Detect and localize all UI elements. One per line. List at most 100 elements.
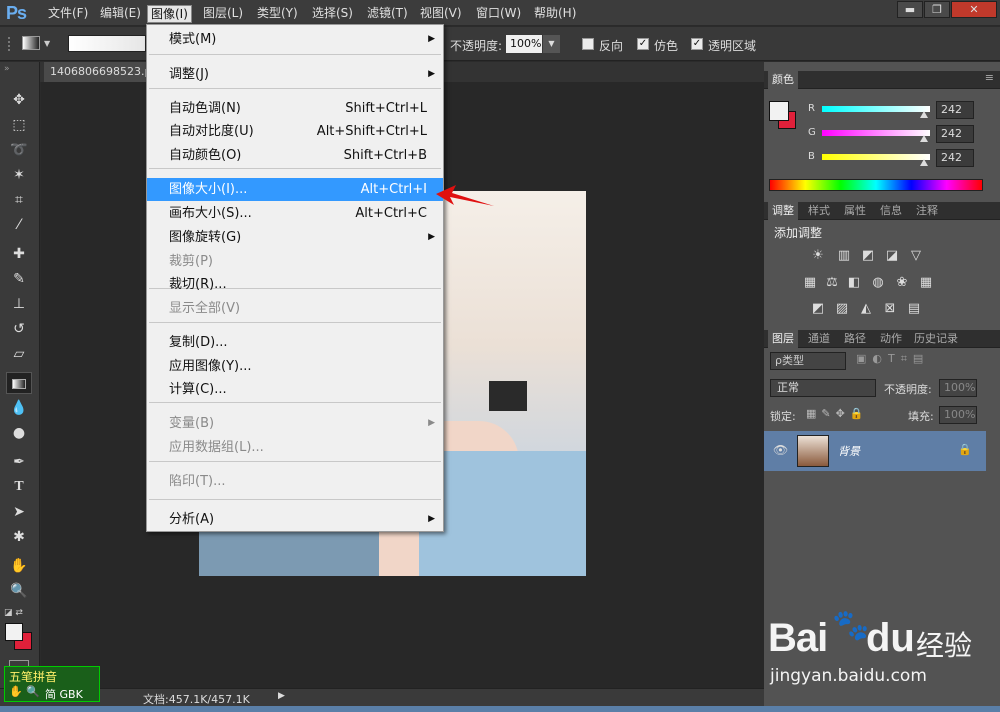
opacity-dropdown-button[interactable]: ▼ <box>543 35 560 53</box>
slider-thumb-icon[interactable] <box>920 111 929 118</box>
menu-item-17[interactable]: 分析(A) ▶ <box>147 508 443 531</box>
menu-item-13[interactable]: 计算(C)... <box>147 378 443 401</box>
blend-mode-select[interactable]: 正常 <box>770 379 876 397</box>
transparency-checkbox[interactable]: ✓ <box>691 38 703 50</box>
tab-history[interactable]: 历史记录 <box>910 330 962 348</box>
posterize-icon[interactable]: ▨ <box>834 301 850 317</box>
eyedropper-icon[interactable]: ⁄ <box>6 214 32 236</box>
menu-filter[interactable]: 滤镜(T) <box>364 5 411 23</box>
tab-layers[interactable]: 图层 <box>768 330 798 348</box>
lasso-tool-icon[interactable]: ➰ <box>6 139 32 161</box>
green-value[interactable]: 242 <box>936 125 974 143</box>
menu-item-2[interactable]: 自动色调(N) Shift+Ctrl+L <box>147 97 443 120</box>
crop-tool-icon[interactable]: ⌗ <box>6 189 32 211</box>
pen-tool-icon[interactable]: ✒ <box>6 451 32 473</box>
vibrance-icon[interactable]: ▽ <box>908 248 924 264</box>
slider-thumb-icon[interactable] <box>920 159 929 166</box>
tab-actions[interactable]: 动作 <box>876 330 906 348</box>
zoom-tool-icon[interactable]: 🔍 <box>6 580 32 602</box>
menu-type[interactable]: 类型(Y) <box>254 5 301 23</box>
chevron-down-icon[interactable]: ▼ <box>44 39 50 48</box>
brush-tool-icon[interactable]: ✎ <box>6 268 32 290</box>
photo-filter-icon[interactable]: ◍ <box>870 275 886 291</box>
gradient-map-icon[interactable]: ▤ <box>906 301 922 317</box>
gradient-picker[interactable] <box>68 35 146 52</box>
restore-button[interactable]: ❐ <box>924 1 950 18</box>
ime-icons[interactable]: ✋ 🔍 <box>9 685 40 698</box>
tab-properties[interactable]: 属性 <box>840 202 870 220</box>
tab-styles[interactable]: 样式 <box>804 202 834 220</box>
reverse-checkbox[interactable] <box>582 38 594 50</box>
gradient-tool-icon[interactable] <box>6 372 32 394</box>
eraser-tool-icon[interactable]: ▱ <box>6 343 32 365</box>
ime-toolbar[interactable]: 五笔拼音 ✋ 🔍 简 GBK <box>4 666 100 702</box>
menu-edit[interactable]: 编辑(E) <box>97 5 144 23</box>
red-slider[interactable]: R 242 <box>764 101 1000 121</box>
hand-tool-icon[interactable]: ✋ <box>6 555 32 577</box>
menu-help[interactable]: 帮助(H) <box>531 5 579 23</box>
panel-menu-icon[interactable]: ≡ <box>985 71 994 84</box>
menu-window[interactable]: 窗口(W) <box>473 5 524 23</box>
layer-row-background[interactable]: 👁 背景 🔒 <box>764 431 986 471</box>
dither-checkbox[interactable]: ✓ <box>637 38 649 50</box>
menu-item-4[interactable]: 自动颜色(O) Shift+Ctrl+B <box>147 144 443 167</box>
menu-item-5[interactable]: 图像大小(I)... Alt+Ctrl+I <box>147 178 443 201</box>
blur-tool-icon[interactable]: 💧 <box>6 397 32 419</box>
healing-brush-icon[interactable]: ✚ <box>6 243 32 265</box>
minimize-button[interactable]: ▬ <box>897 1 923 18</box>
color-spectrum-bar[interactable] <box>769 179 983 191</box>
menu-item-0[interactable]: 模式(M) ▶ <box>147 28 443 51</box>
tab-paths[interactable]: 路径 <box>840 330 870 348</box>
exposure-icon[interactable]: ◪ <box>884 248 900 264</box>
path-select-icon[interactable]: ➤ <box>6 501 32 523</box>
tab-adjustments[interactable]: 调整 <box>768 202 798 220</box>
menu-file[interactable]: 文件(F) <box>45 5 91 23</box>
magic-wand-icon[interactable]: ✶ <box>6 164 32 186</box>
close-button[interactable]: ✕ <box>951 1 997 18</box>
fill-input[interactable]: 100% <box>939 406 977 424</box>
stamp-tool-icon[interactable]: ⊥ <box>6 293 32 315</box>
history-brush-icon[interactable]: ↺ <box>6 318 32 340</box>
layer-filter-icons[interactable]: ▣◐T⌗▤ <box>856 352 929 366</box>
opacity-input[interactable]: 100% <box>506 35 542 53</box>
lock-icons[interactable]: ▦✎✥🔒 <box>806 407 869 420</box>
menu-item-9[interactable]: 裁切(R)... <box>147 273 443 296</box>
levels-icon[interactable]: ▥ <box>836 248 852 264</box>
menu-view[interactable]: 视图(V) <box>417 5 465 23</box>
move-tool-icon[interactable]: ✥ <box>6 89 32 111</box>
default-colors-icon[interactable]: ◪ ⇄ <box>4 608 23 618</box>
tab-notes[interactable]: 注释 <box>912 202 942 220</box>
layer-name[interactable]: 背景 <box>838 443 860 459</box>
menu-image[interactable]: 图像(I) <box>147 5 192 23</box>
menu-item-6[interactable]: 画布大小(S)... Alt+Ctrl+C <box>147 202 443 225</box>
tab-info[interactable]: 信息 <box>876 202 906 220</box>
hue-icon[interactable]: ▦ <box>802 275 818 291</box>
collapse-icon[interactable]: » <box>4 64 10 74</box>
gradient-tool-icon[interactable] <box>22 36 40 50</box>
green-slider[interactable]: G 242 <box>764 125 1000 145</box>
menu-item-7[interactable]: 图像旋转(G) ▶ <box>147 226 443 249</box>
menu-select[interactable]: 选择(S) <box>309 5 356 23</box>
blue-value[interactable]: 242 <box>936 149 974 167</box>
tab-channels[interactable]: 通道 <box>804 330 834 348</box>
visibility-eye-icon[interactable]: 👁 <box>773 443 788 457</box>
menu-layer[interactable]: 图层(L) <box>200 5 246 23</box>
red-value[interactable]: 242 <box>936 101 974 119</box>
slider-thumb-icon[interactable] <box>920 135 929 142</box>
status-menu-arrow-icon[interactable]: ▶ <box>278 691 285 701</box>
channel-mixer-icon[interactable]: ❀ <box>894 275 910 291</box>
marquee-tool-icon[interactable]: ⬚ <box>6 114 32 136</box>
layer-filter-select[interactable]: ρ类型 <box>770 352 846 370</box>
curves-icon[interactable]: ◩ <box>860 248 876 264</box>
layer-opacity-input[interactable]: 100% <box>939 379 977 397</box>
brightness-icon[interactable]: ☀ <box>810 248 826 264</box>
invert-icon[interactable]: ◩ <box>810 301 826 317</box>
blue-slider[interactable]: B 242 <box>764 149 1000 169</box>
menu-item-3[interactable]: 自动对比度(U) Alt+Shift+Ctrl+L <box>147 120 443 143</box>
type-tool-icon[interactable]: T <box>6 476 32 498</box>
foreground-color-swatch[interactable] <box>5 623 23 641</box>
document-tab[interactable]: 1406806698523.p <box>44 62 150 82</box>
bw-icon[interactable]: ◧ <box>846 275 862 291</box>
tab-color[interactable]: 颜色 <box>768 71 798 89</box>
shape-tool-icon[interactable]: ✱ <box>6 526 32 548</box>
